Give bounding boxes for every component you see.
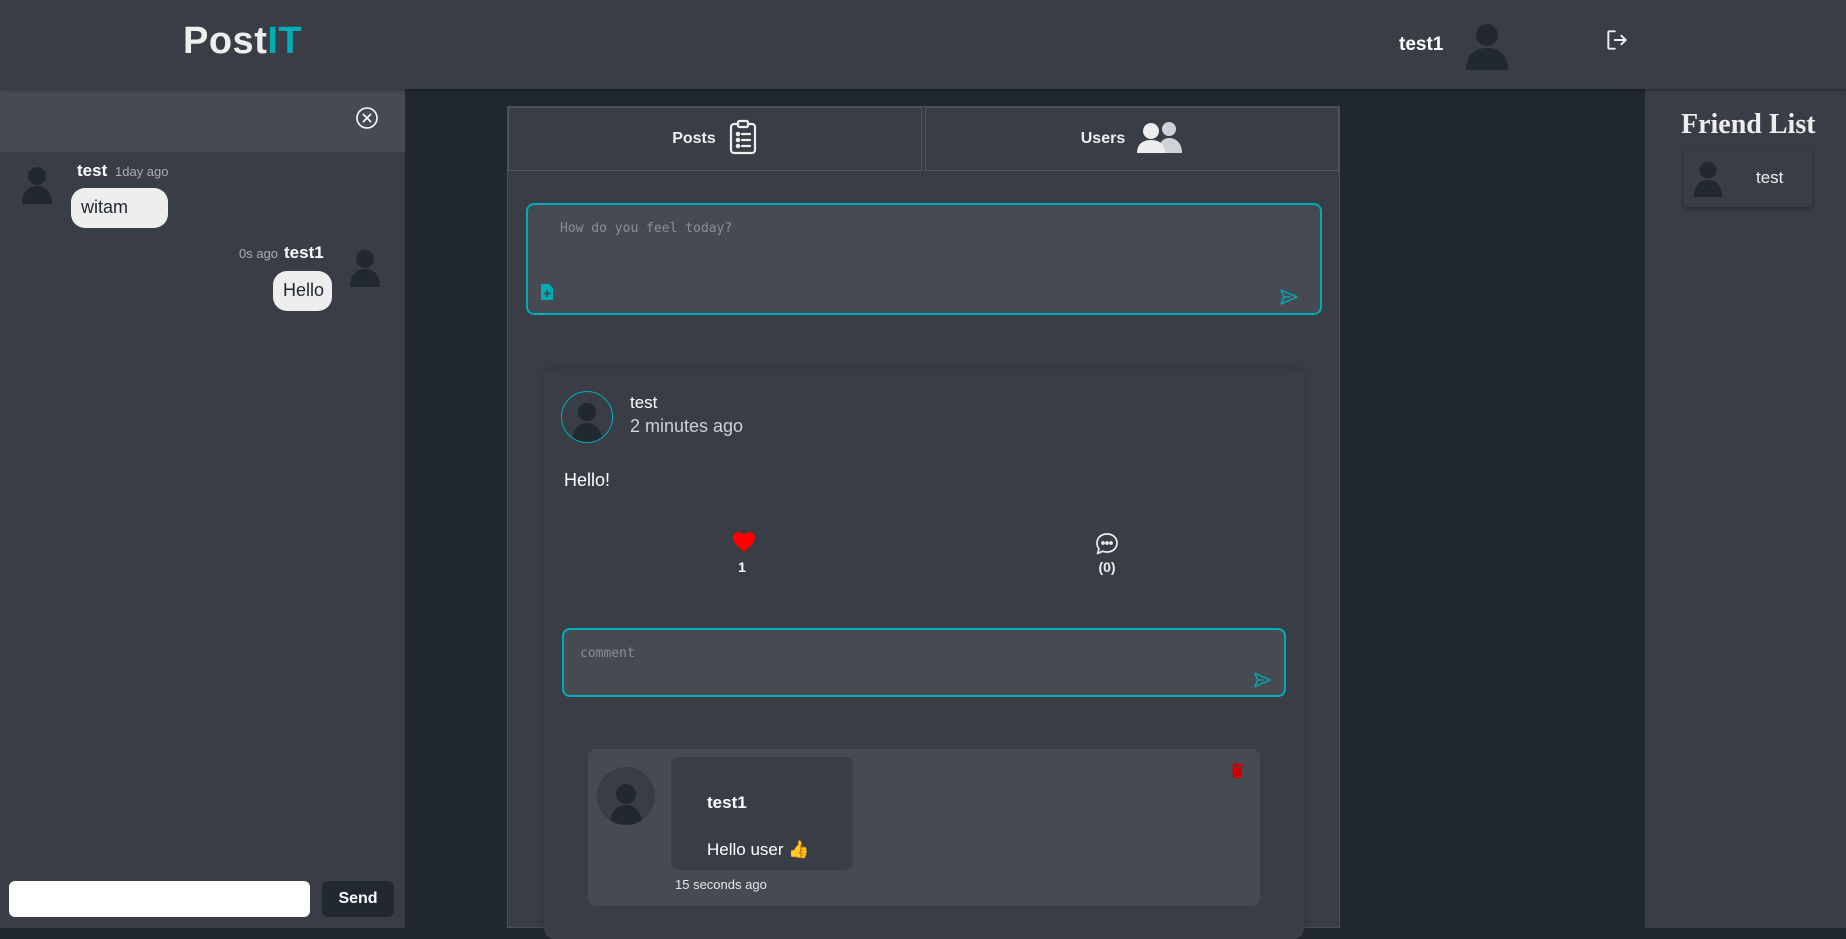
friend-item[interactable]: test	[1684, 149, 1812, 207]
comment-count: (0)	[1098, 559, 1116, 575]
chat-message-time: 0s ago	[239, 246, 279, 261]
users-group-icon	[1137, 121, 1183, 158]
comment-composer	[562, 628, 1286, 697]
chat-message-time: 1day ago	[115, 164, 169, 179]
friend-name: test	[1756, 168, 1784, 187]
new-post-composer	[526, 203, 1322, 315]
send-post-icon[interactable]	[1280, 289, 1298, 310]
tab-users-label: Users	[1080, 130, 1126, 147]
feed-tabs: Posts Users	[508, 107, 1339, 171]
main-feed: Posts Users How do you feel today? test …	[507, 106, 1340, 939]
post-author-avatar-icon[interactable]	[561, 391, 613, 443]
friend-list-title: Friend List	[1681, 109, 1816, 140]
logo-text-it: IT	[267, 20, 303, 62]
friend-list-panel: Friend List test	[1645, 89, 1846, 928]
current-username[interactable]: test1	[1399, 34, 1443, 56]
heart-icon[interactable]	[732, 531, 756, 558]
comment-item: test1 Hello user 👍 15 seconds ago	[588, 749, 1260, 906]
top-navbar: PostIT test1	[0, 0, 1846, 89]
comment-timestamp: 15 seconds ago	[675, 877, 767, 892]
chat-send-button[interactable]: Send	[322, 881, 394, 917]
post-body-text: Hello!	[564, 470, 611, 490]
new-post-input[interactable]	[558, 219, 1258, 279]
like-count: 1	[738, 559, 746, 575]
chat-message-bubble: Hello	[273, 271, 332, 311]
comments-icon[interactable]	[1093, 531, 1121, 562]
comment-bubble: test1 Hello user 👍	[671, 757, 853, 870]
comment-input[interactable]	[578, 644, 1218, 674]
logout-icon[interactable]	[1604, 26, 1630, 54]
chat-avatar-icon	[20, 164, 54, 209]
clipboard-list-icon	[728, 119, 758, 160]
tab-posts[interactable]: Posts	[508, 107, 922, 171]
close-chat-icon[interactable]	[355, 106, 379, 130]
attach-file-icon[interactable]	[540, 283, 554, 306]
app-logo[interactable]: PostIT	[183, 20, 302, 63]
chat-avatar-icon	[348, 247, 382, 292]
comment-author-avatar-icon[interactable]	[597, 767, 655, 825]
post-card: test 2 minutes ago Hello! 1 (0) comment …	[544, 369, 1304, 939]
tab-users[interactable]: Users	[925, 107, 1339, 171]
friend-avatar-icon	[1692, 159, 1724, 202]
trash-icon[interactable]	[1231, 763, 1243, 783]
chat-header	[0, 89, 405, 152]
comment-author-name[interactable]: test1	[707, 793, 747, 813]
send-comment-icon[interactable]	[1254, 672, 1271, 693]
chat-message-author: test	[77, 161, 108, 180]
tab-posts-label: Posts	[672, 130, 716, 147]
chat-message-bubble: witam	[71, 188, 168, 228]
post-author-name[interactable]: test	[630, 393, 657, 413]
chat-panel: test 1day ago witam 0s ago test1 Hello S…	[0, 89, 405, 928]
chat-message-input[interactable]	[9, 881, 310, 917]
logo-text-post: Post	[183, 20, 268, 62]
comment-text: Hello user 👍	[707, 840, 810, 859]
user-avatar-icon[interactable]	[1464, 20, 1510, 75]
post-timestamp: 2 minutes ago	[630, 416, 744, 436]
chat-message-author: test1	[284, 243, 324, 262]
